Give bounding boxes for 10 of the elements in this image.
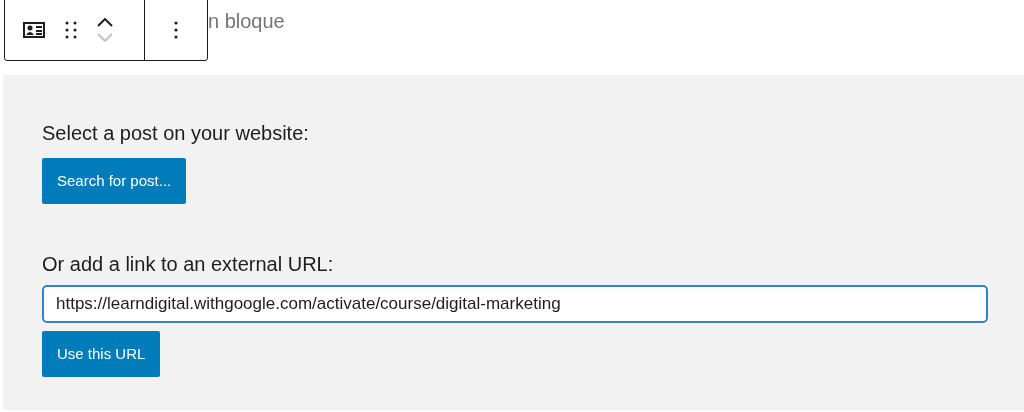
field-label: Or add a link to an external URL: xyxy=(42,252,335,277)
card-icon[interactable] xyxy=(23,22,45,38)
use-url-button[interactable]: Use this URL xyxy=(42,331,161,377)
field-label: Select a post on your website: xyxy=(42,121,310,146)
url-input-field[interactable]: https://learndigital.withgoogle.com/activate/course/digital-marketing xyxy=(42,285,988,323)
drag-handle-icon[interactable] xyxy=(65,21,77,39)
move-up-icon[interactable] xyxy=(97,18,113,27)
search-post-button[interactable]: Search for post... xyxy=(42,158,187,204)
block-hint-text: n bloque xyxy=(208,9,285,34)
more-options-icon[interactable] xyxy=(174,21,178,39)
